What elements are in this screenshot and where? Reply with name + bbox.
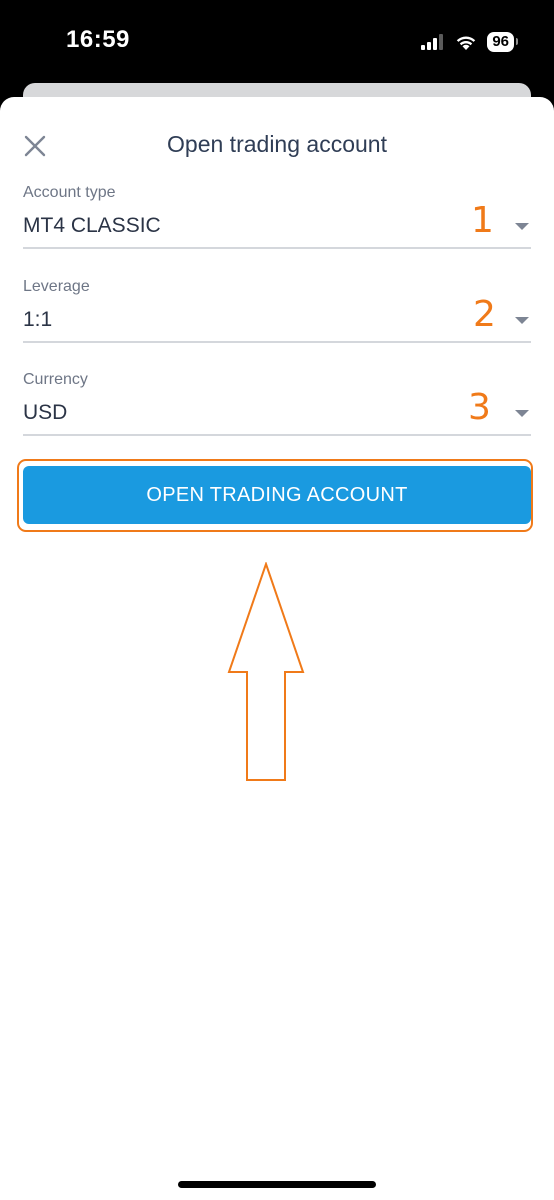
field-underline [23,434,531,436]
leverage-label: Leverage [23,278,90,295]
home-indicator [178,1181,376,1188]
annotation-number-1: 1 [471,200,494,241]
leverage-select[interactable]: Leverage 1:1 2 [23,278,531,344]
wifi-icon [457,36,476,50]
modal-header: Open trading account [0,97,554,197]
status-bar: 16:59 96 [0,0,554,84]
account-type-label: Account type [23,184,116,201]
chevron-down-icon [515,410,529,417]
modal-sheet: Open trading account Account type MT4 CL… [0,97,554,1200]
account-type-select[interactable]: Account type MT4 CLASSIC 1 [23,184,531,250]
page-title: Open trading account [167,131,387,157]
currency-value: USD [23,401,68,424]
currency-select[interactable]: Currency USD 3 [23,371,531,437]
currency-label: Currency [23,371,88,388]
annotation-number-3: 3 [468,387,491,428]
status-icons: 96 [421,30,518,54]
chevron-down-icon [515,223,529,230]
annotation-number-2: 2 [473,294,496,335]
chevron-down-icon [515,317,529,324]
signal-icon [421,34,444,50]
leverage-value: 1:1 [23,308,53,331]
account-type-value: MT4 CLASSIC [23,214,161,237]
status-time: 16:59 [66,26,130,53]
field-underline [23,341,531,343]
up-arrow-icon [227,562,305,781]
battery-indicator: 96 [487,32,518,52]
field-underline [23,247,531,249]
open-trading-account-button[interactable]: OPEN TRADING ACCOUNT [23,466,531,524]
